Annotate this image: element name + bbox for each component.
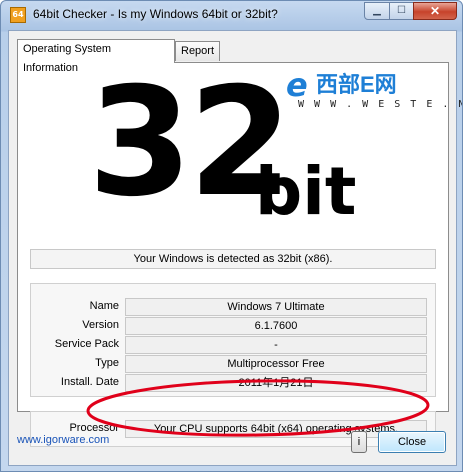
os-info-label: Version — [82, 319, 119, 331]
os-info-row-version: Version 6.1.7600 — [31, 317, 435, 335]
annotation-ellipse — [86, 379, 430, 437]
bitness-suffix: bit — [255, 153, 357, 230]
os-info-label: Service Pack — [54, 338, 119, 350]
os-info-label: Type — [95, 357, 119, 369]
close-window-button[interactable]: ✕ — [413, 2, 457, 20]
watermark-url: W W W . W E S T E . N E T — [298, 99, 462, 110]
app-window: 64 64bit Checker - Is my Windows 64bit o… — [0, 0, 463, 472]
watermark-name: 西部E网 — [316, 72, 397, 97]
watermark-e-icon: e — [286, 66, 308, 104]
watermark-logo: e 西部E网 W W W . W E S T E . N E T — [286, 66, 462, 113]
os-info-label: Name — [89, 300, 119, 312]
tab-panel: 32 bit e 西部E网 W W W . W E S T E . N E T … — [17, 62, 462, 447]
tab-operating-system-information[interactable]: Operating System Information — [17, 39, 175, 74]
os-info-row-service-pack: Service Pack - — [31, 336, 435, 354]
window-title: 64bit Checker - Is my Windows 64bit or 3… — [33, 7, 278, 21]
os-info-row-name: Name Windows 7 Ultimate — [31, 298, 435, 316]
os-info-value: Windows 7 Ultimate — [125, 298, 427, 316]
minimize-button[interactable]: ▁ — [364, 2, 390, 20]
os-info-value: - — [125, 336, 427, 354]
os-info-row-type: Type Multiprocessor Free — [31, 355, 435, 373]
title-bar[interactable]: 64 64bit Checker - Is my Windows 64bit o… — [1, 1, 462, 29]
maximize-button[interactable]: ☐ — [389, 2, 414, 20]
os-info-value: 6.1.7600 — [125, 317, 427, 335]
os-info-value: Multiprocessor Free — [125, 355, 427, 373]
annotation-ellipse-shape — [86, 379, 430, 437]
detection-result-text: Your Windows is detected as 32bit (x86). — [30, 249, 436, 269]
app-icon: 64 — [10, 7, 26, 23]
